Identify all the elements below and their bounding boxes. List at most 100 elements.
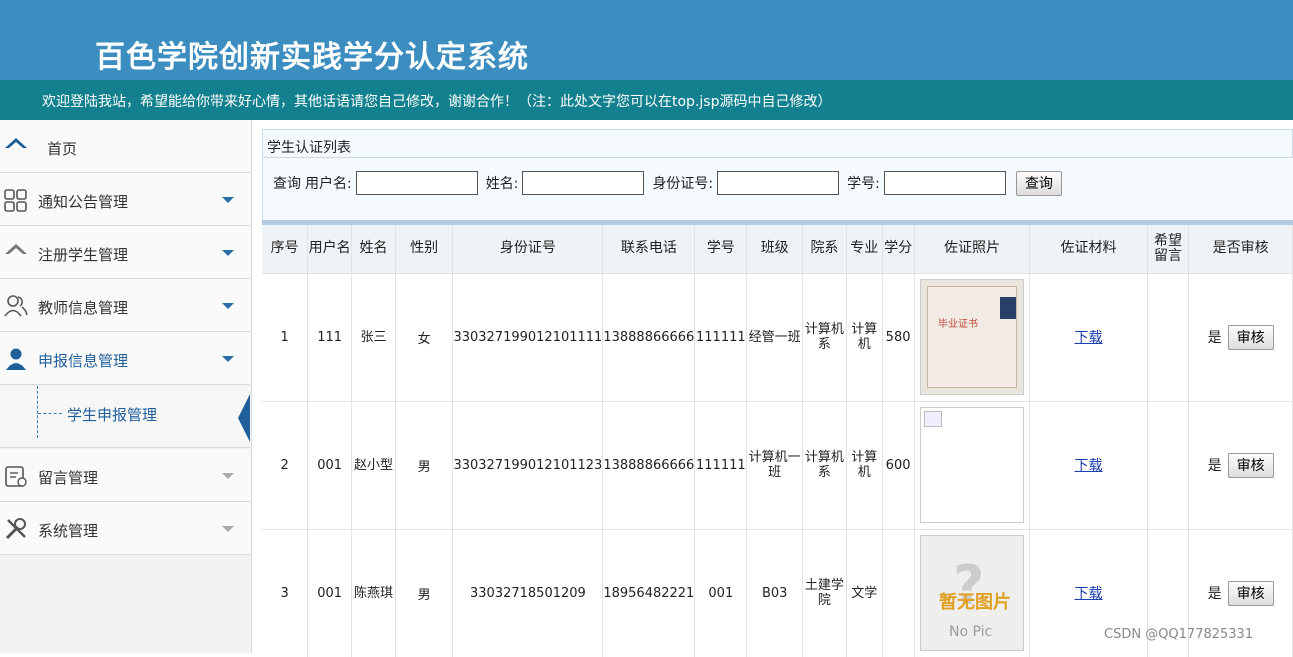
cell-download: 下载 [1029,273,1148,401]
audit-status: 是 [1207,330,1222,346]
sidebar-item-messages[interactable]: 留言管理 [0,449,250,502]
cell-idcard: 33032718501209 [452,529,604,657]
message-icon [5,466,27,487]
cell-class: 计算机一班 [746,401,804,529]
broken-image-icon [924,411,943,427]
cell-gender: 女 [395,273,454,401]
sidebar-item-label: 系统管理 [38,522,99,540]
studentno-input[interactable] [883,171,1006,195]
sidebar-item-system[interactable]: 系统管理 [0,502,250,555]
grid-icon [4,189,27,212]
cell-credit: 580 [882,273,915,401]
chevron-down-icon [222,197,234,203]
no-picture-placeholder[interactable]: ? 暂无图片 No Pic [920,535,1025,652]
audit-status: 是 [1207,458,1222,474]
cell-no: 1 [262,273,309,401]
audit-button[interactable]: 审核 [1227,324,1274,350]
sidebar-item-students[interactable]: 注册学生管理 [0,226,250,279]
download-link[interactable]: 下载 [1075,458,1103,474]
cell-phone: 13888866666 [602,273,696,401]
cell-dept: 土建学院 [802,529,847,657]
cell-idcard: 330327199012101111 [452,273,604,401]
chevron-down-icon [222,303,234,309]
sidebar: 首页 通知公告管理 注册学生管理 教师信息管理 申报信息管理 学生申报管理 留言… [0,120,252,653]
cell-studentno: 001 [694,529,748,657]
cell-audit: 是审核 [1188,401,1293,529]
chevron-down-icon [222,356,234,362]
cell-dept: 计算机系 [802,401,847,529]
column-header: 联系电话 [602,225,696,273]
certificate-photo[interactable]: 毕业证书 [920,279,1025,395]
search-button[interactable]: 查询 [1015,170,1062,196]
active-pointer-icon [238,394,250,442]
cell-phone: 13888866666 [602,401,696,529]
cell-username: 001 [307,529,353,657]
chevron-down-icon [222,250,234,256]
sidebar-item-label: 首页 [47,140,78,158]
cell-photo: 毕业证书 [914,273,1031,401]
sidebar-item-label: 通知公告管理 [38,193,129,211]
app-header: 百色学院创新实践学分认定系统 [0,0,1293,80]
cell-no: 3 [262,529,309,657]
name-input[interactable] [522,171,645,195]
search-label: 查询 [273,176,301,192]
certificate-heading: 毕业证书 [938,319,979,330]
audit-button[interactable]: 审核 [1227,580,1274,606]
main-content: 学生认证列表 查询 用户名: 姓名: 身份证号: 学号: 查询 序号 用户名 姓名性… [262,129,1293,657]
audit-button[interactable]: 审核 [1227,452,1274,478]
chevron-down-icon [222,526,234,532]
table-row: 2 001 赵小型男 330327199012101123 13888866666 111… [262,401,1293,529]
column-header: 性别 [395,225,454,273]
column-header: 姓名 [351,225,396,273]
cell-gender: 男 [395,401,454,529]
broken-image[interactable] [920,407,1025,523]
sidebar-subitem-label: 学生申报管理 [67,406,158,424]
cell-studentno: 111111 [694,273,748,401]
column-header: 学分 [882,225,915,273]
no-picture-text: 暂无图片 [939,592,1012,614]
sidebar-item-notice[interactable]: 通知公告管理 [0,173,250,226]
cell-major: 计算机 [846,273,883,401]
cell-username: 111 [307,273,353,401]
cell-message [1147,401,1190,529]
idcard-label: 身份证号: [652,176,714,192]
portrait-image [1000,297,1017,319]
sidebar-subitem-student-declaration[interactable]: 学生申报管理 [0,386,250,448]
panel-title-text: 学生认证列表 [267,140,351,156]
download-link[interactable]: 下载 [1075,586,1103,602]
cell-major: 文学 [846,529,883,657]
sidebar-item-teachers[interactable]: 教师信息管理 [0,279,250,332]
studentno-label: 学号: [847,176,880,192]
sidebar-item-label: 注册学生管理 [38,246,129,264]
name-label: 姓名: [485,176,519,192]
idcard-input[interactable] [717,171,840,195]
sidebar-item-home[interactable]: 首页 [0,120,250,173]
watermark: CSDN @QQ177825331 [1104,627,1254,642]
audit-status: 是 [1207,586,1222,603]
users-icon [4,295,28,317]
sidebar-item-label: 申报信息管理 [38,352,129,370]
sidebar-item-label: 教师信息管理 [38,299,129,317]
welcome-banner: 欢迎登陆我站，希望能给你带来好心情，其他话语请您自己修改，谢谢合作！（注：此处文… [0,80,1293,120]
cell-dept: 计算机系 [802,273,847,401]
cell-download: 下载 [1029,401,1148,529]
cell-credit: 600 [882,401,915,529]
column-header: 希望留言 [1147,225,1190,273]
column-header: 序号 [262,225,309,273]
username-input[interactable] [355,171,478,195]
cell-name: 张三 [351,273,396,401]
home-icon [5,138,27,148]
download-link[interactable]: 下载 [1075,330,1103,346]
no-picture-subtext: No Pic [949,624,993,641]
username-label: 用户名: [305,176,352,192]
cell-no: 2 [262,401,309,529]
cell-credit [882,529,915,657]
column-header: 是否审核 [1188,225,1293,273]
sidebar-item-declarations[interactable]: 申报信息管理 [0,332,250,385]
table-row: 1 111 张三女 330327199012101111 13888866666 1111… [262,273,1293,401]
cell-major: 计算机 [846,401,883,529]
cell-idcard: 330327199012101123 [452,401,604,529]
cell-gender: 男 [395,529,454,657]
tools-icon [5,518,26,540]
cell-audit: 是审核 [1188,273,1293,401]
